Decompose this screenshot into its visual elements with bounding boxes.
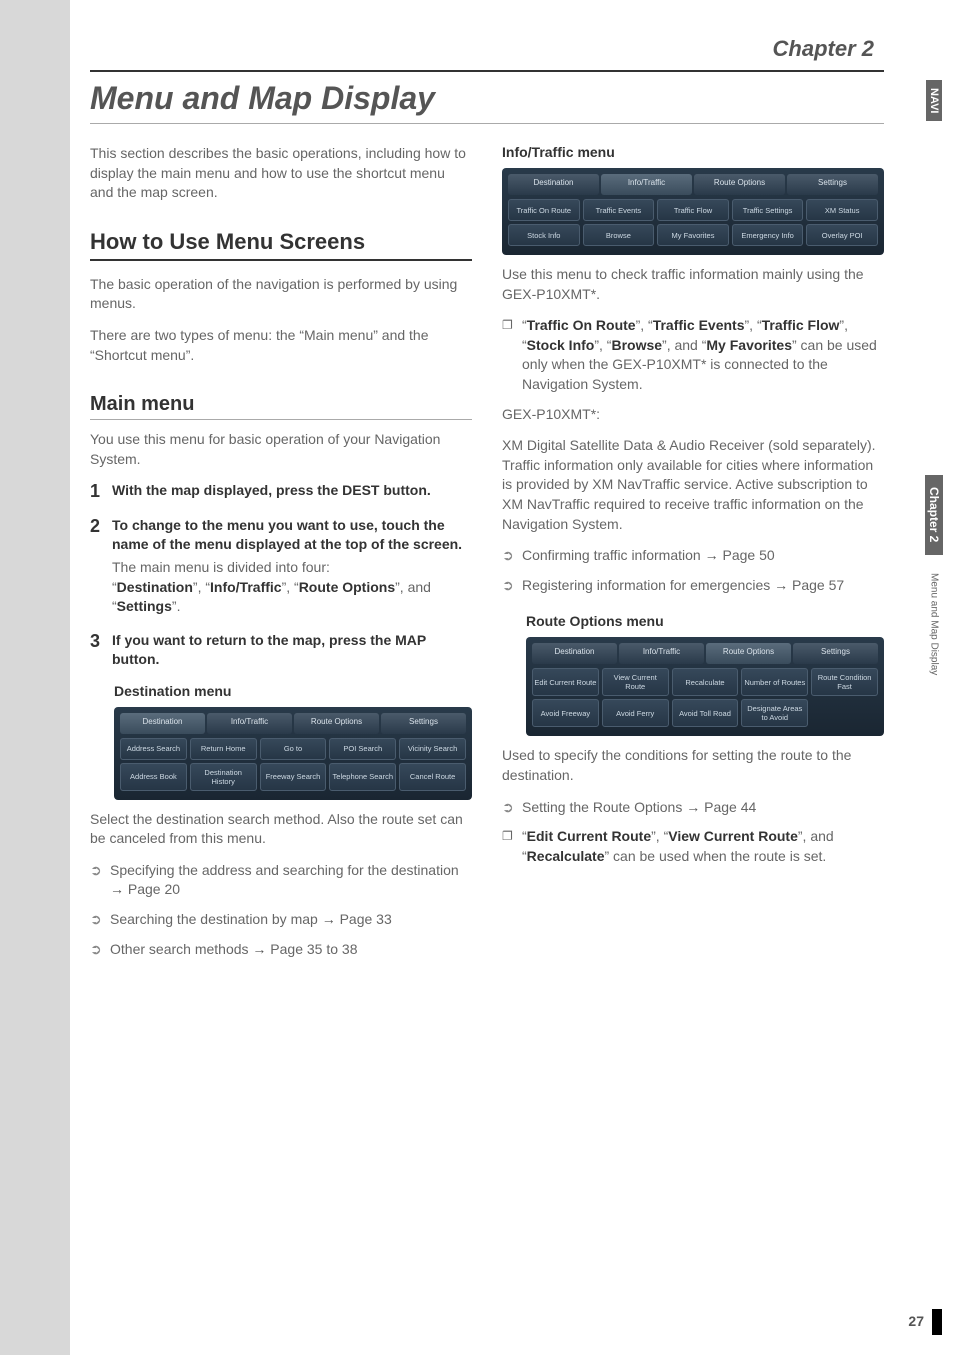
nav-button[interactable]: Avoid Toll Road [672, 699, 739, 727]
nav-button[interactable]: Traffic On Route [508, 199, 580, 221]
arrow-icon: ➲ [502, 546, 522, 566]
body-text: There are two types of menu: the “Main m… [90, 326, 472, 365]
tab-info-traffic[interactable]: Info/Traffic [601, 174, 692, 195]
nav-button[interactable]: Telephone Search [329, 763, 396, 791]
gex-body: XM Digital Satellite Data & Audio Receiv… [502, 436, 884, 534]
nav-button[interactable]: My Favorites [657, 224, 729, 246]
box-icon: ❐ [502, 828, 522, 867]
step-number: 3 [90, 631, 112, 669]
nav-button[interactable]: Go to [260, 738, 327, 760]
arrow-icon: ➲ [90, 910, 110, 930]
tab-destination[interactable]: Destination [508, 174, 599, 195]
note-text: “Traffic On Route”, “Traffic Events”, “T… [522, 316, 884, 394]
body-text: You use this menu for basic operation of… [90, 430, 472, 469]
divider [90, 123, 884, 124]
step-text: To change to the menu you want to use, t… [112, 516, 472, 554]
body-text: Used to specify the conditions for setti… [502, 746, 884, 785]
heading-rule [90, 419, 472, 420]
step-number: 2 [90, 516, 112, 617]
tab-settings[interactable]: Settings [787, 174, 878, 195]
step-text: If you want to return to the map, press … [112, 631, 472, 669]
nav-button[interactable]: View Current Route [602, 668, 669, 696]
nav-button[interactable]: Avoid Ferry [602, 699, 669, 727]
arrow-icon: ➲ [90, 861, 110, 900]
nav-button[interactable]: Address Book [120, 763, 187, 791]
tab-info-traffic[interactable]: Info/Traffic [207, 713, 292, 734]
heading-how-to-use: How to Use Menu Screens [90, 229, 472, 255]
body-text: The basic operation of the navigation is… [90, 275, 472, 314]
heading-rule [90, 259, 472, 261]
heading-main-menu: Main menu [90, 393, 472, 416]
subhead-destination-menu: Destination menu [114, 683, 472, 699]
arrow-icon: ➲ [502, 576, 522, 596]
nav-button[interactable]: Freeway Search [260, 763, 327, 791]
arrow-icon: ➲ [90, 940, 110, 960]
step-sub: The main menu is divided into four: “Des… [112, 558, 472, 617]
nav-button[interactable]: Address Search [120, 738, 187, 760]
nav-button[interactable]: Designate Areas to Avoid [741, 699, 808, 727]
arrow-icon: ➲ [502, 798, 522, 818]
chapter-label: Chapter 2 [90, 36, 884, 62]
tab-destination[interactable]: Destination [532, 643, 617, 664]
nav-button[interactable]: POI Search [329, 738, 396, 760]
intro-text: This section describes the basic operati… [90, 144, 472, 203]
route-options-menu-screenshot: Destination Info/Traffic Route Options S… [526, 637, 884, 736]
side-tabs: NAVI Chapter 2 Menu and Map Display [922, 80, 946, 687]
crossref: Other search methods → Page 35 to 38 [110, 940, 472, 960]
subhead-info-traffic-menu: Info/Traffic menu [502, 144, 884, 160]
crossref: Setting the Route Options → Page 44 [522, 798, 884, 818]
tab-info-traffic[interactable]: Info/Traffic [619, 643, 704, 664]
nav-button[interactable]: Edit Current Route [532, 668, 599, 696]
nav-button[interactable]: Number of Routes [741, 668, 808, 696]
info-traffic-menu-screenshot: Destination Info/Traffic Route Options S… [502, 168, 884, 255]
nav-button[interactable]: Emergency Info [732, 224, 804, 246]
page-number: 27 [908, 1313, 924, 1329]
tab-route-options[interactable]: Route Options [706, 643, 791, 664]
destination-menu-screenshot: Destination Info/Traffic Route Options S… [114, 707, 472, 800]
side-tab-section: Menu and Map Display [927, 565, 942, 683]
step-text: With the map displayed, press the DEST b… [112, 481, 472, 500]
tab-destination[interactable]: Destination [120, 713, 205, 734]
step-number: 1 [90, 481, 112, 502]
crossref: Confirming traffic information → Page 50 [522, 546, 884, 566]
side-tab-navi: NAVI [926, 80, 942, 121]
nav-button[interactable]: XM Status [806, 199, 878, 221]
divider [90, 70, 884, 72]
nav-button[interactable]: Vicinity Search [399, 738, 466, 760]
page-number-marker [932, 1309, 942, 1335]
nav-button[interactable]: Avoid Freeway [532, 699, 599, 727]
crossref: Searching the destination by map → Page … [110, 910, 472, 930]
nav-button[interactable]: Return Home [190, 738, 257, 760]
nav-button[interactable]: Destination History [190, 763, 257, 791]
nav-button[interactable]: Stock Info [508, 224, 580, 246]
tab-route-options[interactable]: Route Options [694, 174, 785, 195]
note-text: “Edit Current Route”, “View Current Rout… [522, 827, 884, 866]
nav-button[interactable]: Overlay POI [806, 224, 878, 246]
crossref: Specifying the address and searching for… [110, 861, 472, 900]
box-icon: ❐ [502, 317, 522, 395]
crossref: Registering information for emergencies … [522, 576, 884, 596]
nav-button[interactable]: Recalculate [672, 668, 739, 696]
tab-settings[interactable]: Settings [793, 643, 878, 664]
tab-settings[interactable]: Settings [381, 713, 466, 734]
body-text: Use this menu to check traffic informati… [502, 265, 884, 304]
gex-heading: GEX-P10XMT*: [502, 405, 884, 425]
nav-button[interactable]: Traffic Settings [732, 199, 804, 221]
side-tab-chapter: Chapter 2 [925, 475, 943, 554]
page-title: Menu and Map Display [90, 80, 884, 117]
nav-button[interactable]: Traffic Events [583, 199, 655, 221]
tab-route-options[interactable]: Route Options [294, 713, 379, 734]
nav-button[interactable]: Route Condition Fast [811, 668, 878, 696]
subhead-route-options-menu: Route Options menu [526, 613, 884, 629]
nav-button[interactable]: Browse [583, 224, 655, 246]
nav-button[interactable]: Traffic Flow [657, 199, 729, 221]
left-margin [0, 0, 70, 1355]
nav-button[interactable]: Cancel Route [399, 763, 466, 791]
body-text: Select the destination search method. Al… [90, 810, 472, 849]
